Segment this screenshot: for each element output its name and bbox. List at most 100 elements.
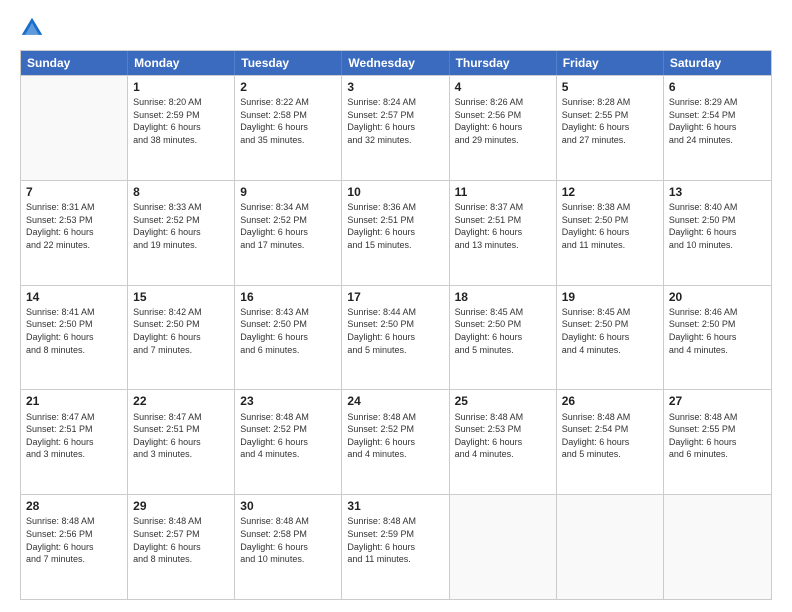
cal-cell: 30Sunrise: 8:48 AM Sunset: 2:58 PM Dayli… (235, 495, 342, 599)
day-number: 13 (669, 184, 766, 200)
day-number: 16 (240, 289, 336, 305)
cal-header-cell: Friday (557, 51, 664, 75)
cal-cell: 6Sunrise: 8:29 AM Sunset: 2:54 PM Daylig… (664, 76, 771, 180)
cal-week-row: 14Sunrise: 8:41 AM Sunset: 2:50 PM Dayli… (21, 285, 771, 390)
cell-info: Sunrise: 8:48 AM Sunset: 2:53 PM Dayligh… (455, 411, 551, 461)
day-number: 15 (133, 289, 229, 305)
day-number: 25 (455, 393, 551, 409)
day-number: 6 (669, 79, 766, 95)
cal-week-row: 7Sunrise: 8:31 AM Sunset: 2:53 PM Daylig… (21, 180, 771, 285)
cell-info: Sunrise: 8:48 AM Sunset: 2:59 PM Dayligh… (347, 515, 443, 565)
cal-cell: 10Sunrise: 8:36 AM Sunset: 2:51 PM Dayli… (342, 181, 449, 285)
cal-cell: 13Sunrise: 8:40 AM Sunset: 2:50 PM Dayli… (664, 181, 771, 285)
cal-header-cell: Wednesday (342, 51, 449, 75)
day-number: 20 (669, 289, 766, 305)
cal-cell: 1Sunrise: 8:20 AM Sunset: 2:59 PM Daylig… (128, 76, 235, 180)
day-number: 31 (347, 498, 443, 514)
cal-week-row: 21 Sunrise: 8:47 AM Sunset: 2:51 PM Dayli… (21, 389, 771, 494)
cell-info: Sunrise: 8:41 AM Sunset: 2:50 PM Dayligh… (26, 306, 122, 356)
cell-info: Sunrise: 8:47 AM Sunset: 2:51 PM Dayligh… (26, 411, 122, 461)
cell-info: Sunrise: 8:44 AM Sunset: 2:50 PM Dayligh… (347, 306, 443, 356)
cell-info: Sunrise: 8:48 AM Sunset: 2:52 PM Dayligh… (240, 411, 336, 461)
cal-cell: 3Sunrise: 8:24 AM Sunset: 2:57 PM Daylig… (342, 76, 449, 180)
day-number: 5 (562, 79, 658, 95)
cal-cell: 17Sunrise: 8:44 AM Sunset: 2:50 PM Dayli… (342, 286, 449, 390)
day-number: 8 (133, 184, 229, 200)
cal-cell: 15Sunrise: 8:42 AM Sunset: 2:50 PM Dayli… (128, 286, 235, 390)
cell-info: Sunrise: 8:26 AM Sunset: 2:56 PM Dayligh… (455, 96, 551, 146)
day-number: 29 (133, 498, 229, 514)
cal-cell: 23 Sunrise: 8:48 AM Sunset: 2:52 PM Dayli… (235, 390, 342, 494)
cell-info: Sunrise: 8:48 AM Sunset: 2:52 PM Dayligh… (347, 411, 443, 461)
cal-cell (450, 495, 557, 599)
day-number: 21 (26, 393, 122, 409)
cal-cell (664, 495, 771, 599)
day-number: 2 (240, 79, 336, 95)
cal-cell: 19Sunrise: 8:45 AM Sunset: 2:50 PM Dayli… (557, 286, 664, 390)
cal-cell: 18Sunrise: 8:45 AM Sunset: 2:50 PM Dayli… (450, 286, 557, 390)
day-number: 28 (26, 498, 122, 514)
cal-cell (557, 495, 664, 599)
cal-cell: 31Sunrise: 8:48 AM Sunset: 2:59 PM Dayli… (342, 495, 449, 599)
day-number: 9 (240, 184, 336, 200)
cal-cell: 29Sunrise: 8:48 AM Sunset: 2:57 PM Dayli… (128, 495, 235, 599)
cell-info: Sunrise: 8:48 AM Sunset: 2:54 PM Dayligh… (562, 411, 658, 461)
cell-info: Sunrise: 8:45 AM Sunset: 2:50 PM Dayligh… (562, 306, 658, 356)
cell-info: Sunrise: 8:22 AM Sunset: 2:58 PM Dayligh… (240, 96, 336, 146)
day-number: 12 (562, 184, 658, 200)
header (20, 16, 772, 40)
cal-cell: 7Sunrise: 8:31 AM Sunset: 2:53 PM Daylig… (21, 181, 128, 285)
cell-info: Sunrise: 8:34 AM Sunset: 2:52 PM Dayligh… (240, 201, 336, 251)
logo-icon (20, 16, 44, 40)
calendar-header: SundayMondayTuesdayWednesdayThursdayFrid… (21, 51, 771, 75)
cal-cell: 27Sunrise: 8:48 AM Sunset: 2:55 PM Dayli… (664, 390, 771, 494)
cell-info: Sunrise: 8:38 AM Sunset: 2:50 PM Dayligh… (562, 201, 658, 251)
cell-info: Sunrise: 8:45 AM Sunset: 2:50 PM Dayligh… (455, 306, 551, 356)
cal-cell: 28Sunrise: 8:48 AM Sunset: 2:56 PM Dayli… (21, 495, 128, 599)
cal-header-cell: Monday (128, 51, 235, 75)
cal-cell: 11Sunrise: 8:37 AM Sunset: 2:51 PM Dayli… (450, 181, 557, 285)
day-number: 18 (455, 289, 551, 305)
cal-header-cell: Saturday (664, 51, 771, 75)
day-number: 4 (455, 79, 551, 95)
cal-cell (21, 76, 128, 180)
calendar-body: 1Sunrise: 8:20 AM Sunset: 2:59 PM Daylig… (21, 75, 771, 599)
day-number: 23 (240, 393, 336, 409)
day-number: 11 (455, 184, 551, 200)
cell-info: Sunrise: 8:40 AM Sunset: 2:50 PM Dayligh… (669, 201, 766, 251)
cal-cell: 26 Sunrise: 8:48 AM Sunset: 2:54 PM Dayli… (557, 390, 664, 494)
day-number: 22 (133, 393, 229, 409)
day-number: 19 (562, 289, 658, 305)
day-number: 7 (26, 184, 122, 200)
cell-info: Sunrise: 8:48 AM Sunset: 2:57 PM Dayligh… (133, 515, 229, 565)
day-number: 17 (347, 289, 443, 305)
cal-cell: 9Sunrise: 8:34 AM Sunset: 2:52 PM Daylig… (235, 181, 342, 285)
day-number: 10 (347, 184, 443, 200)
cal-cell: 14Sunrise: 8:41 AM Sunset: 2:50 PM Dayli… (21, 286, 128, 390)
day-number: 14 (26, 289, 122, 305)
cell-info: Sunrise: 8:48 AM Sunset: 2:55 PM Dayligh… (669, 411, 766, 461)
cal-cell: 25 Sunrise: 8:48 AM Sunset: 2:53 PM Dayli… (450, 390, 557, 494)
cal-cell: 20Sunrise: 8:46 AM Sunset: 2:50 PM Dayli… (664, 286, 771, 390)
cell-info: Sunrise: 8:37 AM Sunset: 2:51 PM Dayligh… (455, 201, 551, 251)
cal-cell: 22 Sunrise: 8:47 AM Sunset: 2:51 PM Dayli… (128, 390, 235, 494)
cell-info: Sunrise: 8:43 AM Sunset: 2:50 PM Dayligh… (240, 306, 336, 356)
cell-info: Sunrise: 8:47 AM Sunset: 2:51 PM Dayligh… (133, 411, 229, 461)
page: SundayMondayTuesdayWednesdayThursdayFrid… (0, 0, 792, 612)
day-number: 24 (347, 393, 443, 409)
cal-cell: 12Sunrise: 8:38 AM Sunset: 2:50 PM Dayli… (557, 181, 664, 285)
cell-info: Sunrise: 8:24 AM Sunset: 2:57 PM Dayligh… (347, 96, 443, 146)
calendar: SundayMondayTuesdayWednesdayThursdayFrid… (20, 50, 772, 600)
cell-info: Sunrise: 8:46 AM Sunset: 2:50 PM Dayligh… (669, 306, 766, 356)
cal-cell: 8Sunrise: 8:33 AM Sunset: 2:52 PM Daylig… (128, 181, 235, 285)
cell-info: Sunrise: 8:33 AM Sunset: 2:52 PM Dayligh… (133, 201, 229, 251)
cal-cell: 4Sunrise: 8:26 AM Sunset: 2:56 PM Daylig… (450, 76, 557, 180)
day-number: 3 (347, 79, 443, 95)
day-number: 1 (133, 79, 229, 95)
cell-info: Sunrise: 8:36 AM Sunset: 2:51 PM Dayligh… (347, 201, 443, 251)
day-number: 26 (562, 393, 658, 409)
cell-info: Sunrise: 8:28 AM Sunset: 2:55 PM Dayligh… (562, 96, 658, 146)
cal-week-row: 1Sunrise: 8:20 AM Sunset: 2:59 PM Daylig… (21, 75, 771, 180)
cell-info: Sunrise: 8:20 AM Sunset: 2:59 PM Dayligh… (133, 96, 229, 146)
cell-info: Sunrise: 8:31 AM Sunset: 2:53 PM Dayligh… (26, 201, 122, 251)
